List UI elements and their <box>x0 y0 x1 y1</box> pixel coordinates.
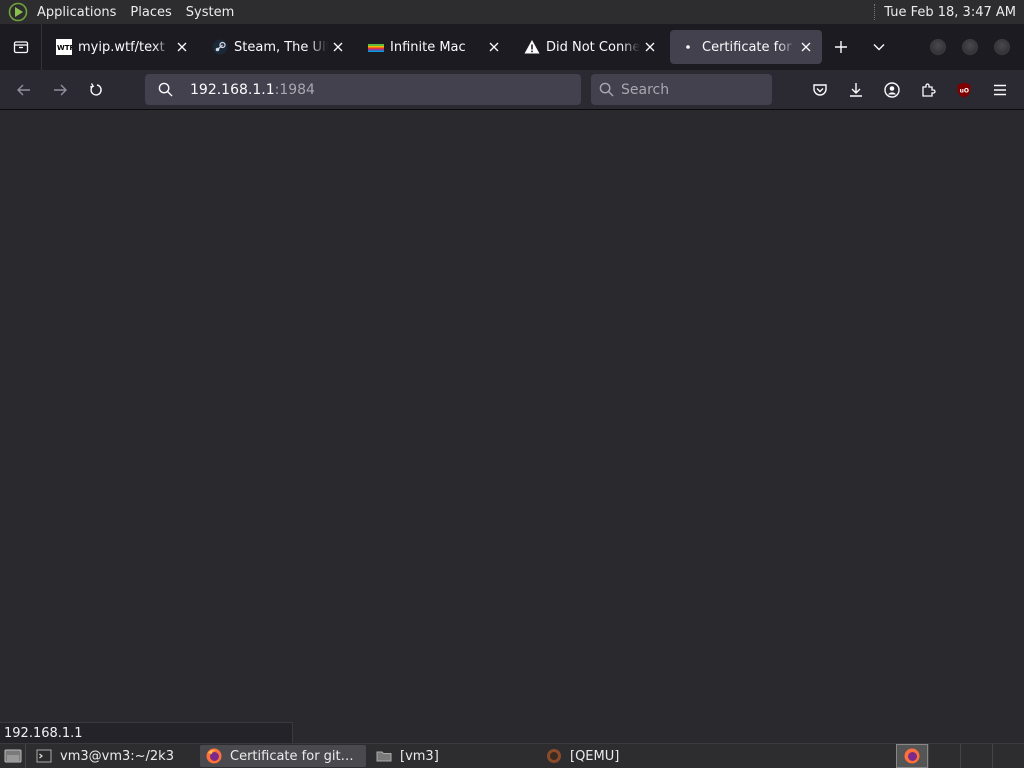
firefox-view-icon <box>13 41 28 54</box>
infinite-mac-icon <box>368 39 384 55</box>
steam-icon <box>212 39 228 55</box>
close-icon[interactable] <box>330 39 346 55</box>
tab-title: Certificate for github <box>702 39 796 55</box>
status-panel: 192.168.1.1 <box>0 722 293 743</box>
reload-button[interactable] <box>78 74 114 106</box>
tab-strip: WTF myip.wtf/text Steam, The Ultimate In… <box>0 24 1024 70</box>
search-input[interactable]: Search <box>591 74 772 105</box>
taskbar-item-firefox[interactable]: Certificate for githu... <box>200 745 366 767</box>
hamburger-menu-icon <box>994 84 1006 96</box>
puzzle-icon <box>922 83 936 97</box>
tab-myip[interactable]: WTF myip.wtf/text <box>46 30 198 64</box>
url-bar[interactable]: 192.168.1.1:1984 <box>145 74 581 105</box>
navigation-toolbar: 192.168.1.1:1984 Search uO <box>0 70 1024 110</box>
workspace-1[interactable] <box>896 744 928 768</box>
account-icon <box>884 82 900 98</box>
svg-text:uO: uO <box>960 88 969 95</box>
firefox-icon <box>206 748 222 764</box>
url-port: :1984 <box>274 81 315 98</box>
dot-icon <box>680 39 696 55</box>
tab-certificate[interactable]: Certificate for github <box>670 30 822 64</box>
workspace-switcher <box>896 744 1024 768</box>
warning-icon <box>524 39 540 55</box>
tab-steam[interactable]: Steam, The Ultimate <box>202 30 354 64</box>
arrow-left-icon <box>17 84 30 95</box>
plus-icon <box>835 41 847 53</box>
back-button[interactable] <box>6 74 42 106</box>
close-icon[interactable] <box>642 39 658 55</box>
firefox-icon <box>904 748 920 764</box>
search-icon <box>145 82 185 97</box>
toolbar-right: uO <box>802 74 1018 106</box>
arrow-right-icon <box>54 84 67 95</box>
taskbar-label: [vm3] <box>400 748 439 764</box>
taskbar-label: Certificate for githu... <box>230 748 360 764</box>
downloads-button[interactable] <box>838 74 874 106</box>
taskbar-label: [QEMU] <box>570 748 620 764</box>
applications-menu[interactable]: Applications <box>30 0 123 24</box>
list-all-tabs-button[interactable] <box>860 30 898 64</box>
search-placeholder: Search <box>621 81 670 98</box>
ublock-button[interactable]: uO <box>946 74 982 106</box>
top-panel: Applications Places System Tue Feb 18, 3… <box>0 0 1024 24</box>
minimize-button[interactable] <box>930 39 946 55</box>
close-icon[interactable] <box>174 39 190 55</box>
download-icon <box>850 83 862 97</box>
page-content[interactable] <box>0 111 1024 743</box>
app-menu-button[interactable] <box>982 74 1018 106</box>
tab-did-not-connect[interactable]: Did Not Connect <box>514 30 666 64</box>
account-button[interactable] <box>874 74 910 106</box>
clock[interactable]: Tue Feb 18, 3:47 AM <box>884 5 1024 20</box>
close-icon[interactable] <box>798 39 814 55</box>
tab-title: myip.wtf/text <box>78 39 165 55</box>
tab-title: Did Not Connect <box>546 39 640 55</box>
applications-logo-icon[interactable] <box>8 2 28 22</box>
chevron-down-icon <box>873 44 885 51</box>
extensions-button[interactable] <box>910 74 946 106</box>
taskbar-item-terminal[interactable]: vm3@vm3:~/2k3 <box>30 745 196 767</box>
terminal-icon <box>36 748 52 764</box>
close-icon[interactable] <box>486 39 502 55</box>
show-desktop-button[interactable] <box>0 744 26 768</box>
window-controls <box>922 39 1024 55</box>
show-desktop-icon <box>4 749 21 763</box>
workspace-2[interactable] <box>928 744 960 768</box>
workspace-4[interactable] <box>992 744 1024 768</box>
taskbar-label: vm3@vm3:~/2k3 <box>60 748 174 764</box>
url-host: 192.168.1.1 <box>190 81 275 98</box>
maximize-button[interactable] <box>962 39 978 55</box>
wtf-icon: WTF <box>56 39 72 55</box>
pocket-button[interactable] <box>802 74 838 106</box>
new-tab-button[interactable] <box>822 30 860 64</box>
svg-text:WTF: WTF <box>57 44 72 52</box>
taskbar-item-folder[interactable]: [vm3] <box>370 745 536 767</box>
folder-icon <box>376 748 392 764</box>
tab-title: Steam, The Ultimate <box>234 39 328 55</box>
tab-title: Infinite Mac <box>390 39 466 55</box>
system-menu[interactable]: System <box>179 0 241 24</box>
workspace-3[interactable] <box>960 744 992 768</box>
ublock-origin-icon: uO <box>957 82 971 98</box>
places-menu[interactable]: Places <box>123 0 178 24</box>
panel-separator <box>874 4 876 20</box>
forward-button[interactable] <box>42 74 78 106</box>
taskbar: vm3@vm3:~/2k3 Certificate for githu... [… <box>0 743 1024 768</box>
pocket-icon <box>813 84 827 96</box>
reload-icon <box>90 82 102 96</box>
tab-infinite-mac[interactable]: Infinite Mac <box>358 30 510 64</box>
qemu-icon <box>546 748 562 764</box>
firefox-view-button[interactable] <box>0 24 42 70</box>
taskbar-item-qemu[interactable]: [QEMU] <box>540 745 706 767</box>
search-icon <box>591 82 621 97</box>
close-window-button[interactable] <box>994 39 1010 55</box>
